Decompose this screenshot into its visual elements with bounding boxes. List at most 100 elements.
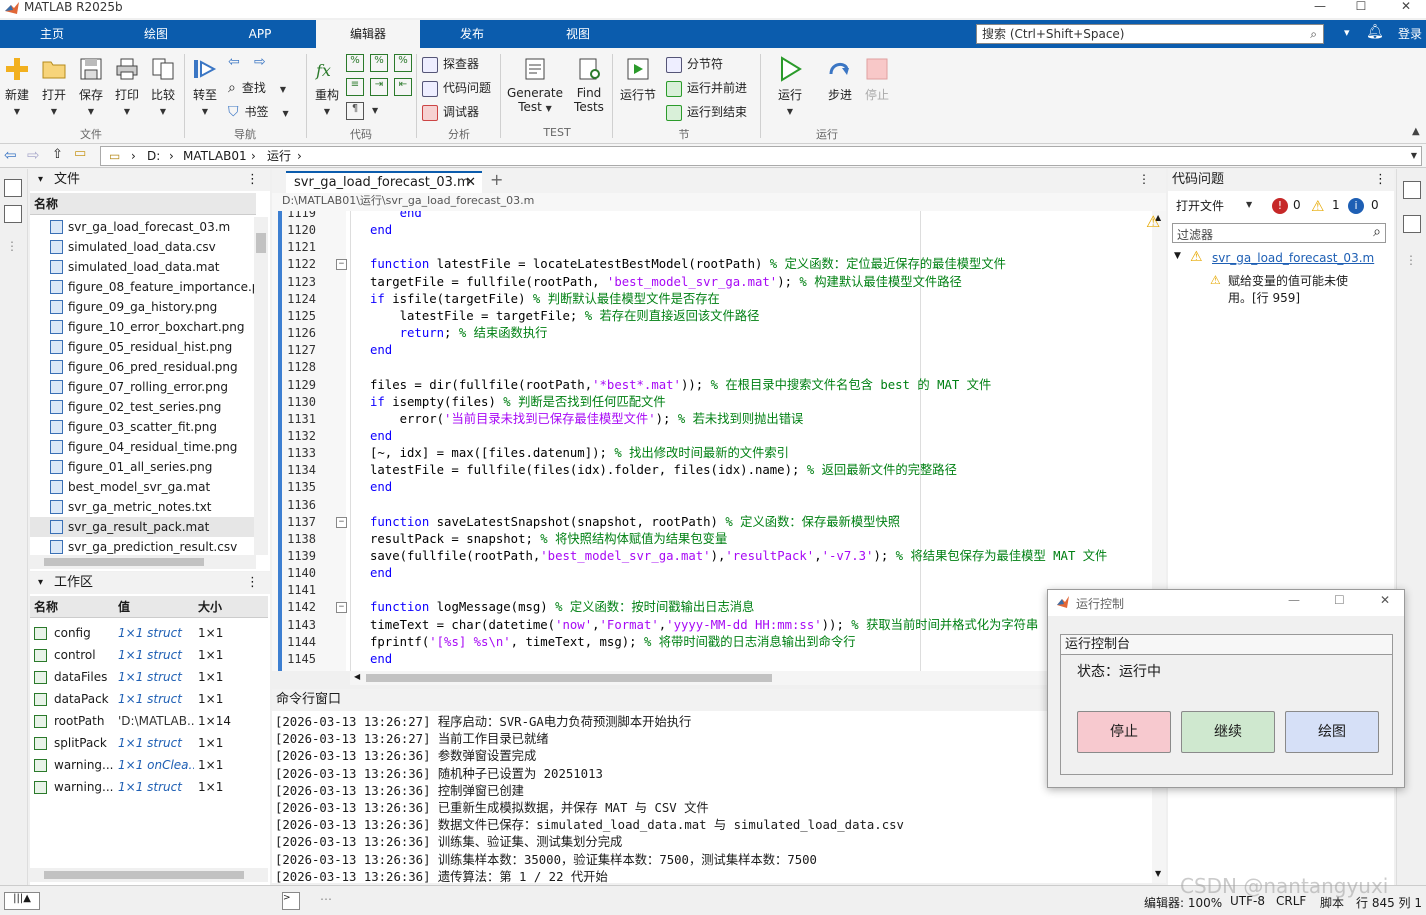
tab-home[interactable]: 主页 <box>0 20 104 48</box>
breadcrumb-drive[interactable]: D: <box>147 147 160 165</box>
find-tests-button[interactable]: Find Tests <box>570 56 608 114</box>
panel-menu-icon[interactable]: ⋮ <box>1374 169 1387 191</box>
command-window[interactable]: [2026-03-13 13:26:27] 程序启动：SVR-GA电力负荷预测脚… <box>272 711 1158 883</box>
file-list-item[interactable]: svr_ga_prediction_result.csv <box>30 537 256 555</box>
section-break-button[interactable]: 分节符 <box>666 54 723 74</box>
bookmark-button[interactable]: ⛉ 书签 ▼ <box>228 102 289 122</box>
debugger-button[interactable]: 调试器 <box>422 102 479 122</box>
file-list-item[interactable]: simulated_load_data.mat <box>30 257 256 277</box>
file-col-name[interactable]: 名称 <box>30 193 256 215</box>
browse-folder-icon[interactable]: ▭ <box>74 146 86 161</box>
file-list-item[interactable]: figure_03_scatter_fit.png <box>30 417 256 437</box>
tab-plots[interactable]: 绘图 <box>104 20 208 48</box>
outdent-icon[interactable]: ⇤ <box>394 78 412 96</box>
fold-toggle-icon[interactable]: − <box>336 602 347 614</box>
step-button[interactable]: 步进 <box>820 56 860 103</box>
minimize-icon[interactable]: — <box>1288 593 1300 607</box>
file-list-item[interactable]: figure_10_error_boxchart.png <box>30 317 256 337</box>
close-icon[interactable]: ✕ <box>1380 593 1390 607</box>
expand-icon[interactable]: ▼ <box>1174 251 1181 261</box>
back-arrow-icon[interactable]: ⇦ <box>228 54 240 70</box>
col-value[interactable]: 值 <box>118 596 130 618</box>
code-editor[interactable]: 1119 1120 1121 1122 1123 1124 1125 1126 1127 1128… <box>272 211 1152 671</box>
workspace-row[interactable]: config 1×1 struct 1×1 <box>30 622 298 644</box>
maximize-icon[interactable]: ☐ <box>1334 593 1345 607</box>
filter-input[interactable]: 过滤器 ⌕ <box>1172 223 1386 243</box>
file-list-item[interactable]: simulated_load_data.csv <box>30 237 256 257</box>
file-list-item[interactable]: figure_06_pred_residual.png <box>30 357 256 377</box>
bell-icon[interactable]: 🔔︎ <box>1366 24 1384 40</box>
fold-toggle-icon[interactable]: − <box>336 516 347 528</box>
save-button[interactable]: 保存 ▼ <box>76 56 106 117</box>
files-panel-icon[interactable] <box>4 179 22 197</box>
smart-indent-icon[interactable]: ≡ <box>346 78 364 96</box>
panel-menu-icon[interactable]: ⋮ <box>246 572 259 594</box>
format-icon[interactable]: ¶ <box>346 102 364 120</box>
fold-toggle-icon[interactable]: − <box>336 259 347 271</box>
col-name[interactable]: 名称 <box>34 596 58 618</box>
stop-button[interactable]: 停止 <box>860 56 894 103</box>
generate-test-button[interactable]: Generate Test ▼ <box>506 56 564 114</box>
layout-toggle-icon[interactable]: |||▲ <box>4 892 40 910</box>
path-breadcrumb[interactable]: ▭ › D: › MATLAB01 › 运行 › ▼ <box>100 146 1422 166</box>
scope-dropdown[interactable]: 打开文件 ▼ <box>1176 197 1266 214</box>
workspace-row[interactable]: warning... 1×1 struct 1×1 <box>30 776 298 798</box>
more-icon[interactable]: ⋮ <box>6 239 18 253</box>
workspace-row[interactable]: splitPack 1×1 struct 1×1 <box>30 732 298 754</box>
error-icon[interactable]: ! <box>1272 198 1288 214</box>
print-button[interactable]: 打印 ▼ <box>112 56 142 117</box>
open-button[interactable]: 打开 ▼ <box>38 56 70 117</box>
editor-menu-icon[interactable]: ⋮ <box>1138 172 1150 186</box>
properties-panel-icon[interactable] <box>1403 215 1421 233</box>
breadcrumb-folder2[interactable]: 运行 <box>267 147 291 165</box>
comment-icon[interactable]: % <box>346 54 364 72</box>
scroll-left-icon[interactable]: ◀ <box>354 672 360 681</box>
search-input[interactable]: 搜索 (Ctrl+Shift+Space) ⌕ <box>976 24 1324 44</box>
tab-editor[interactable]: 编辑器 <box>316 20 420 48</box>
dialog-stop-button[interactable]: 停止 <box>1077 711 1171 753</box>
run-advance-button[interactable]: 运行并前进 <box>666 78 747 98</box>
issue-message[interactable]: 赋给变量的值可能未使 用。[行 959] <box>1228 273 1388 307</box>
tab-view[interactable]: 视图 <box>526 20 630 48</box>
maximize-icon[interactable]: ☐ <box>1341 0 1381 14</box>
issue-file-link[interactable]: svr_ga_load_forecast_03.m <box>1212 251 1374 265</box>
code-issues-panel-icon[interactable] <box>1403 181 1421 199</box>
run-to-end-button[interactable]: 运行到结束 <box>666 102 747 122</box>
collapse-icon[interactable]: ▾ <box>1344 26 1350 39</box>
file-list-item[interactable]: figure_07_rolling_error.png <box>30 377 256 397</box>
info-icon[interactable]: i <box>1348 198 1364 214</box>
wrap-comment-icon[interactable]: % <box>394 54 412 72</box>
close-icon[interactable]: ✕ <box>1386 0 1426 14</box>
compare-button[interactable]: 比较 ▼ <box>148 56 178 117</box>
forward-arrow-icon[interactable]: ⇨ <box>254 54 266 70</box>
workspace-row[interactable]: dataFiles 1×1 struct 1×1 <box>30 666 298 688</box>
file-list-item[interactable]: figure_09_ga_history.png <box>30 297 256 317</box>
workspace-panel-icon[interactable] <box>4 205 22 223</box>
dialog-continue-button[interactable]: 继续 <box>1181 711 1275 753</box>
close-tab-icon[interactable]: ✕ <box>465 173 476 193</box>
breadcrumb-folder1[interactable]: MATLAB01 <box>183 147 247 165</box>
code-issues-button[interactable]: 代码问题 <box>422 78 491 98</box>
run-button[interactable]: 运行 ▼ <box>770 56 810 117</box>
editor-file-tab[interactable]: svr_ga_load_forecast_03.m ✕ <box>286 171 482 193</box>
format-dropdown-icon[interactable]: ▼ <box>372 106 378 115</box>
more-icon[interactable]: ⋯ <box>320 892 332 906</box>
more-icon[interactable]: ⋮ <box>1405 253 1417 267</box>
tab-publish[interactable]: 发布 <box>420 20 524 48</box>
command-prompt-icon[interactable]: > <box>282 892 300 910</box>
indent-icon[interactable]: ⇥ <box>370 78 388 96</box>
path-dropdown-icon[interactable]: ▼ <box>1411 147 1417 165</box>
minimize-icon[interactable]: — <box>1300 0 1340 14</box>
file-list-item[interactable]: figure_01_all_series.png <box>30 457 256 477</box>
tab-apps[interactable]: APP <box>208 20 312 48</box>
collapse-toolstrip-icon[interactable]: ▲ <box>1412 126 1420 137</box>
file-list-item[interactable]: best_model_svr_ga.mat <box>30 477 256 497</box>
login-link[interactable]: 登录 <box>1398 25 1422 42</box>
panel-menu-icon[interactable]: ⋮ <box>246 169 259 191</box>
workspace-row[interactable]: control 1×1 struct 1×1 <box>30 644 298 666</box>
editor-hscrollbar[interactable]: ◀ <box>350 671 1152 685</box>
file-list-item[interactable]: figure_04_residual_time.png <box>30 437 256 457</box>
refactor-button[interactable]: fx 重构 ▼ <box>312 56 342 117</box>
warning-indicator[interactable]: ⚠ <box>1144 212 1166 234</box>
new-button[interactable]: 新建 ▼ <box>2 56 32 117</box>
